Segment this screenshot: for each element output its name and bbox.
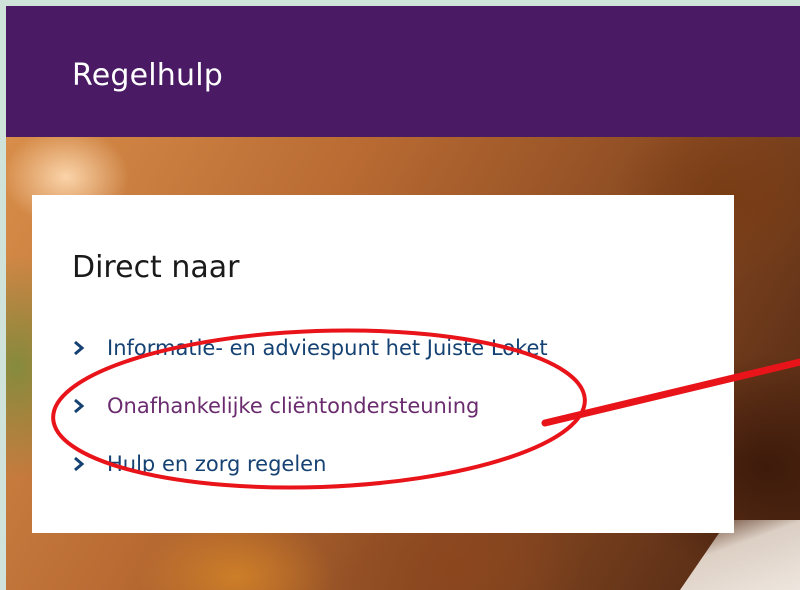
- link-item-hulp-en-zorg[interactable]: Hulp en zorg regelen: [72, 449, 548, 478]
- link-item-juiste-loket[interactable]: Informatie- en adviespunt het Juiste Lok…: [72, 333, 548, 362]
- link-clientondersteuning[interactable]: Onafhankelijke cliëntondersteuning: [107, 394, 479, 418]
- chevron-right-icon: [72, 338, 86, 358]
- link-juiste-loket[interactable]: Informatie- en adviespunt het Juiste Lok…: [107, 336, 548, 360]
- link-item-clientondersteuning[interactable]: Onafhankelijke cliëntondersteuning: [72, 391, 548, 420]
- direct-naar-card: Direct naar Informatie- en adviespunt he…: [32, 195, 734, 533]
- browser-viewport: Regelhulp Direct naar Informatie- en adv…: [6, 6, 800, 590]
- link-hulp-en-zorg[interactable]: Hulp en zorg regelen: [107, 452, 326, 476]
- site-title[interactable]: Regelhulp: [72, 58, 223, 93]
- card-title: Direct naar: [72, 250, 240, 285]
- chevron-right-icon: [72, 396, 86, 416]
- chevron-right-icon: [72, 454, 86, 474]
- site-header: Regelhulp: [6, 6, 800, 137]
- direct-links-list: Informatie- en adviespunt het Juiste Lok…: [72, 333, 548, 507]
